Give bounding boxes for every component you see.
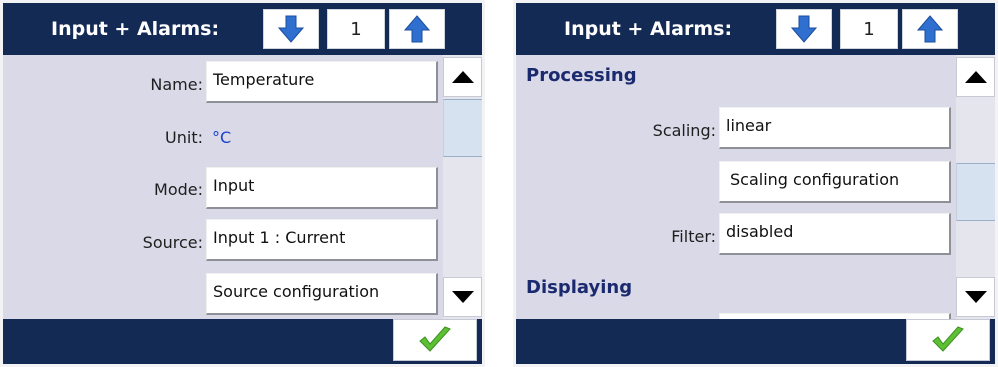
right-frame: Input + Alarms: 1 Processing Scaling: li… [516, 3, 995, 364]
right-top-bar: Input + Alarms: 1 [516, 3, 995, 55]
left-prev-page-button[interactable] [263, 9, 319, 49]
right-scroll-down-button[interactable] [956, 277, 995, 317]
arrow-up-icon [404, 15, 430, 43]
right-page-number: 1 [840, 9, 898, 49]
right-title: Input + Alarms: [564, 18, 733, 40]
scaling-configuration-button[interactable]: Scaling configuration [719, 161, 951, 203]
source-configuration-button[interactable]: Source configuration [206, 273, 438, 315]
name-label: Name: [150, 75, 203, 94]
right-bottom-bar [516, 319, 995, 364]
scaling-label: Scaling: [652, 121, 716, 140]
checkmark-icon [419, 326, 451, 352]
scroll-up-icon [964, 71, 987, 83]
left-title: Input + Alarms: [51, 18, 220, 40]
processing-heading: Processing [526, 65, 637, 86]
filter-label: Filter: [671, 227, 716, 246]
right-content: Processing Scaling: linear Scaling confi… [516, 55, 956, 319]
unit-value: °C [212, 128, 232, 147]
left-top-bar: Input + Alarms: 1 [3, 3, 482, 55]
arrow-down-icon [791, 15, 817, 43]
right-scroll-thumb[interactable] [956, 163, 995, 221]
scroll-down-icon [964, 291, 987, 303]
scaling-field[interactable]: linear [719, 107, 951, 149]
left-next-page-button[interactable] [389, 9, 445, 49]
right-prev-page-button[interactable] [776, 9, 832, 49]
name-field[interactable]: Temperature [206, 61, 438, 103]
left-frame: Input + Alarms: 1 Name: Temperature Unit… [3, 3, 482, 364]
left-confirm-button[interactable] [393, 319, 477, 361]
mode-label: Mode: [154, 180, 203, 199]
left-scroll-down-button[interactable] [443, 277, 482, 317]
left-bottom-bar [3, 319, 482, 364]
filter-field[interactable]: disabled [719, 213, 951, 255]
left-scroll-thumb[interactable] [443, 99, 482, 157]
left-screen: Input + Alarms: 1 Name: Temperature Unit… [0, 0, 485, 367]
arrow-down-icon [278, 15, 304, 43]
mode-field[interactable]: Input [206, 167, 438, 209]
left-scrollbar[interactable] [443, 55, 482, 319]
arrow-up-icon [917, 15, 943, 43]
left-page-number: 1 [327, 9, 385, 49]
right-scrollbar[interactable] [956, 55, 995, 319]
right-next-page-button[interactable] [902, 9, 958, 49]
checkmark-icon [932, 326, 964, 352]
displaying-heading: Displaying [526, 277, 633, 298]
right-screen: Input + Alarms: 1 Processing Scaling: li… [513, 0, 998, 367]
right-scroll-up-button[interactable] [956, 57, 995, 97]
scroll-down-icon [451, 291, 474, 303]
source-field[interactable]: Input 1 : Current [206, 219, 438, 261]
source-label: Source: [142, 233, 203, 252]
scroll-up-icon [451, 71, 474, 83]
left-scroll-up-button[interactable] [443, 57, 482, 97]
unit-label: Unit: [165, 128, 203, 147]
left-content: Name: Temperature Unit: °C Mode: Input S… [3, 55, 443, 319]
right-confirm-button[interactable] [906, 319, 990, 361]
